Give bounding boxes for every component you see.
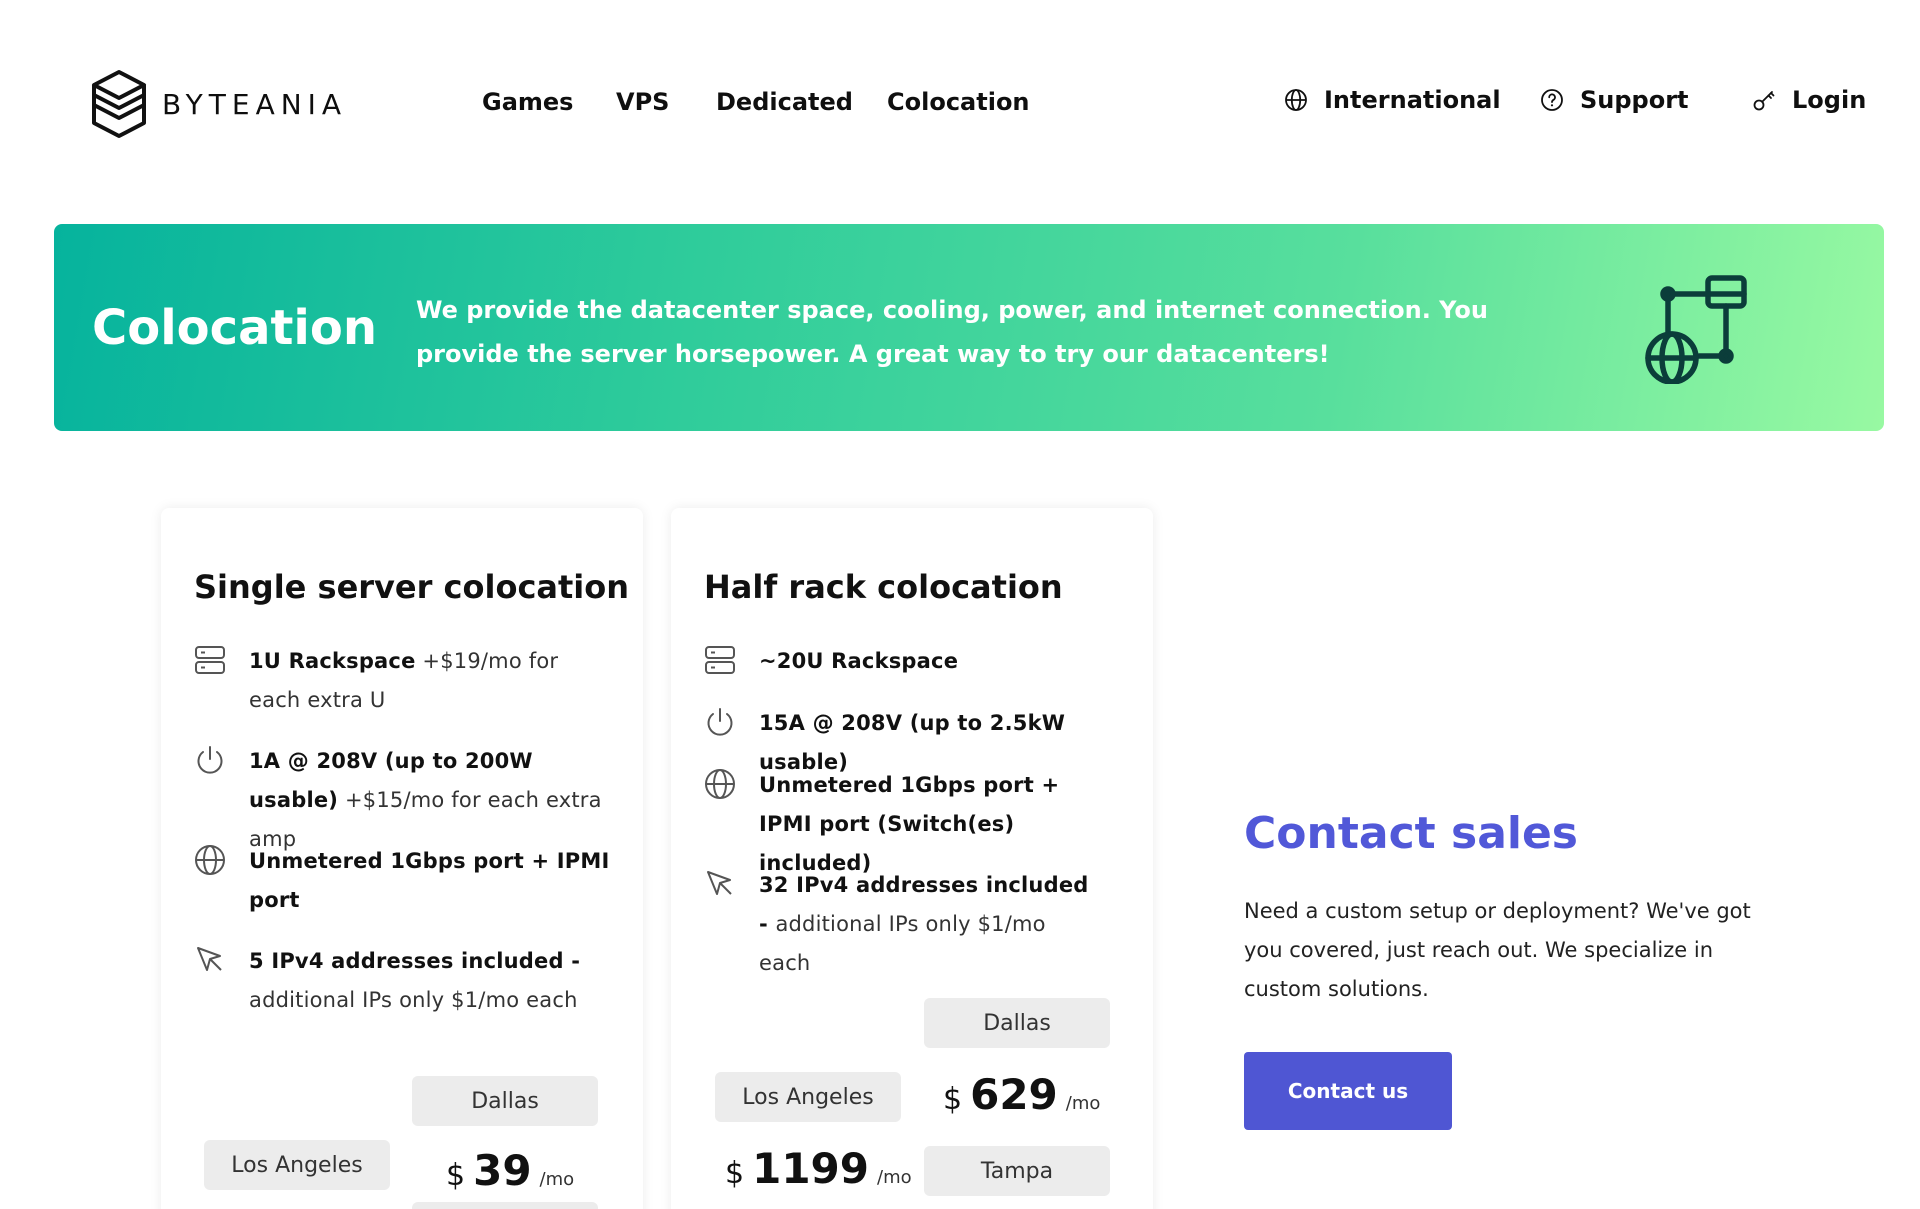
contact-us-button[interactable]: Contact us [1244, 1052, 1452, 1130]
nav-colocation[interactable]: Colocation [887, 88, 1030, 116]
contact-sales-description: Need a custom setup or deployment? We've… [1244, 899, 1751, 1001]
feature-rackspace: ~20U Rackspace [704, 642, 1134, 681]
nav-vps[interactable]: VPS [616, 88, 669, 116]
feature-network: Unmetered 1Gbps port + IPMI port [194, 842, 614, 920]
page-title: Colocation [92, 300, 378, 356]
support-label: Support [1580, 86, 1689, 114]
price-currency: $ [446, 1158, 466, 1193]
login-label: Login [1792, 86, 1867, 114]
feature-strong: Unmetered 1Gbps port + IPMI port (Switch… [759, 773, 1060, 875]
price-display-los-angeles: $ 1199 /mo [725, 1144, 912, 1193]
feature-rackspace: 1U Rackspace +$19/mo for each extra U [194, 642, 614, 720]
international-label: International [1324, 86, 1501, 114]
price-amount: 39 [473, 1146, 532, 1195]
feature-strong: 15A @ 208V (up to 2.5kW usable) [759, 711, 1066, 774]
location-tampa-button[interactable]: Tampa [924, 1146, 1110, 1196]
price-currency: $ [943, 1082, 963, 1117]
nav-games[interactable]: Games [482, 88, 573, 116]
brand-name: BYTEANIA [162, 87, 348, 121]
plan-card-half-rack: Half rack colocation ~20U Rackspace 15A … [671, 508, 1153, 1209]
feature-extra: additional IPs only $1/mo each [759, 912, 1046, 975]
globe-icon [1285, 89, 1307, 111]
cursor-icon [197, 947, 222, 971]
globe-icon [705, 769, 735, 799]
price-period: /mo [1065, 1093, 1101, 1114]
price-amount: 629 [970, 1070, 1058, 1119]
international-link[interactable]: International [1284, 86, 1501, 114]
login-link[interactable]: Login [1752, 86, 1866, 114]
server-icon [195, 646, 225, 674]
help-circle-icon [1541, 89, 1563, 111]
plan-title: Single server colocation [194, 568, 630, 606]
site-header: BYTEANIA Games VPS Dedicated Colocation … [0, 0, 1920, 200]
contact-sales-heading: Contact sales [1244, 808, 1578, 859]
cursor-icon [707, 871, 732, 895]
location-los-angeles-button[interactable]: Los Angeles [204, 1140, 390, 1190]
price-period: /mo [877, 1167, 912, 1188]
hero-banner: Colocation We provide the datacenter spa… [54, 224, 1884, 431]
globe-icon [195, 845, 225, 875]
location-los-angeles-button[interactable]: Los Angeles [715, 1072, 901, 1122]
location-extra-button[interactable] [412, 1202, 598, 1209]
plan-title: Half rack colocation [704, 568, 1063, 606]
price-currency: $ [725, 1156, 745, 1191]
cube-stack-icon [92, 70, 146, 138]
key-icon [1753, 91, 1775, 111]
plan-card-single-server: Single server colocation 1U Rackspace +$… [161, 508, 643, 1209]
feature-ipv4: 5 IPv4 addresses included - additional I… [194, 942, 614, 1020]
network-globe-icon [1645, 275, 1747, 384]
price-period: /mo [539, 1169, 575, 1190]
feature-strong: 5 IPv4 addresses included - [249, 949, 581, 973]
location-dallas-button[interactable]: Dallas [412, 1076, 598, 1126]
power-icon [197, 746, 223, 774]
price-amount: 1199 [752, 1144, 869, 1193]
power-icon [707, 708, 733, 736]
brand-logo[interactable]: BYTEANIA [88, 68, 347, 140]
feature-strong: ~20U Rackspace [759, 649, 959, 673]
support-link[interactable]: Support [1540, 86, 1689, 114]
price-display-dallas: $ 629 /mo [943, 1070, 1100, 1119]
location-dallas-button[interactable]: Dallas [924, 998, 1110, 1048]
feature-extra: additional IPs only $1/mo each [249, 988, 578, 1012]
price-display: $ 39 /mo [446, 1146, 574, 1195]
hero-description: We provide the datacenter space, cooling… [416, 296, 1488, 368]
nav-dedicated[interactable]: Dedicated [716, 88, 853, 116]
server-icon [705, 646, 735, 674]
feature-strong: 1U Rackspace [249, 649, 416, 673]
feature-ipv4: 32 IPv4 addresses included - additional … [704, 866, 1104, 983]
feature-strong: Unmetered 1Gbps port + IPMI port [249, 849, 610, 912]
